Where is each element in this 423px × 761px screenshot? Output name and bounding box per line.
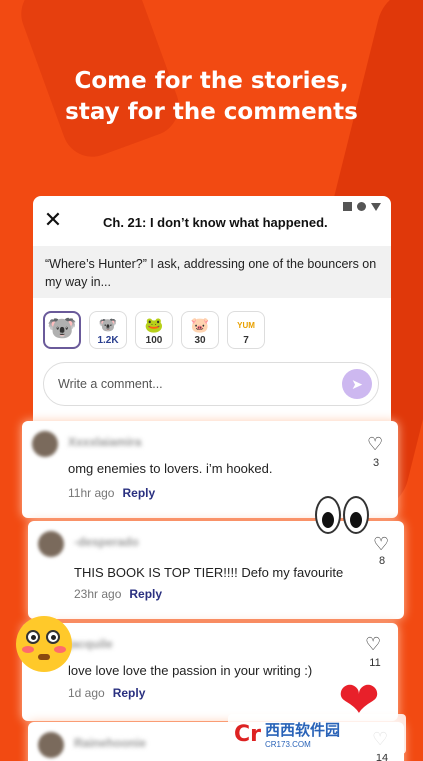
heart-icon[interactable]: ♡ [367, 435, 383, 453]
send-icon[interactable]: ➤ [342, 369, 372, 399]
square-icon [343, 202, 352, 211]
pig-sticker-icon: 🐷 [190, 317, 210, 334]
comment-meta: 11hr ago Reply [68, 486, 155, 500]
comment-input[interactable]: Write a comment... ➤ [43, 362, 379, 406]
eyes-emoji-icon [315, 496, 369, 534]
watermark-text: 西西软件园 [265, 722, 341, 739]
chapter-card: ✕ Ch. 21: I don’t know what happened. “W… [33, 196, 391, 436]
comment-text: omg enemies to lovers. i’m hooked. [68, 461, 273, 476]
reaction-count: 100 [145, 335, 163, 346]
comment-card: -desperado THIS BOOK IS TOP TIER!!!! Def… [28, 521, 404, 619]
flushed-emoji-icon [16, 616, 72, 672]
reaction-yummy[interactable]: YUM 7 [227, 311, 265, 349]
circle-icon [357, 202, 366, 211]
comment-username[interactable]: -desperado [74, 535, 139, 549]
heart-icon[interactable]: ♡ [373, 535, 389, 553]
reply-button[interactable]: Reply [129, 587, 162, 601]
card-header: ✕ Ch. 21: I don’t know what happened. [33, 196, 391, 246]
watermark: Cr 西西软件园 CR173.COM [228, 714, 406, 754]
like-count: 11 [369, 657, 381, 669]
like-count: 8 [378, 555, 386, 567]
comment-username[interactable]: jacquile [68, 637, 113, 651]
koala-sticker-icon: 🐨 [98, 317, 118, 334]
comment-text: THIS BOOK IS TOP TIER!!!! Defo my favour… [74, 565, 344, 580]
reaction-koala[interactable]: 🐨 1.2K [89, 311, 127, 349]
watermark-logo: Cr [234, 721, 261, 747]
reaction-bar: 🐨 🐨 1.2K 🐸 100 🐷 30 YUM 7 [43, 311, 265, 349]
headline: Come for the stories, stay for the comme… [0, 66, 423, 128]
avatar[interactable] [38, 531, 64, 557]
reaction-pig[interactable]: 🐷 30 [181, 311, 219, 349]
comment-meta: 23hr ago Reply [74, 587, 162, 601]
comment-text: love love love the passion in your writi… [68, 663, 313, 678]
avatar[interactable] [32, 431, 58, 457]
chapter-title: Ch. 21: I don’t know what happened. [103, 215, 328, 230]
comment-time: 23hr ago [74, 587, 122, 601]
reaction-count: 1.2K [97, 335, 119, 346]
comment-username[interactable]: Rainehoonie [74, 736, 146, 750]
reaction-count: 30 [194, 335, 206, 346]
headline-line-2: stay for the comments [65, 99, 358, 125]
headline-line-1: Come for the stories, [74, 68, 349, 94]
avatar[interactable] [38, 732, 64, 758]
watermark-url: CR173.COM [265, 740, 311, 749]
yummy-sticker-icon: YUM [237, 321, 255, 330]
comment-time: 1d ago [68, 686, 105, 700]
like-count: 3 [372, 457, 380, 469]
reply-button[interactable]: Reply [113, 686, 146, 700]
comment-time: 11hr ago [68, 486, 115, 500]
triangle-icon [371, 202, 381, 211]
reaction-koala-selected[interactable]: 🐨 [43, 311, 81, 349]
heart-icon[interactable]: ♡ [365, 635, 381, 653]
comment-placeholder: Write a comment... [58, 377, 163, 391]
comment-username[interactable]: Xxxxlaiamira [68, 435, 141, 449]
close-icon[interactable]: ✕ [43, 209, 63, 231]
reaction-count: 7 [243, 335, 249, 346]
comment-meta: 1d ago Reply [68, 686, 145, 700]
frog-sticker-icon: 🐸 [144, 317, 164, 334]
quoted-passage: “Where’s Hunter?” I ask, addressing one … [33, 246, 391, 298]
koala-sticker-icon: 🐨 [47, 315, 77, 342]
reply-button[interactable]: Reply [122, 486, 155, 500]
status-icons [343, 202, 381, 211]
reaction-frog[interactable]: 🐸 100 [135, 311, 173, 349]
